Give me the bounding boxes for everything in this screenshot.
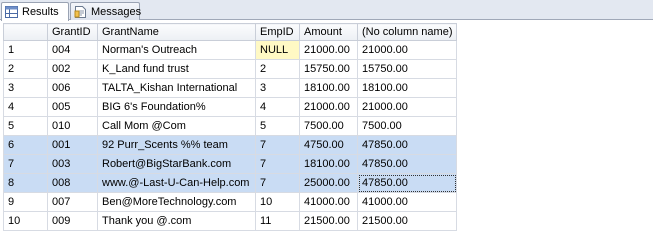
table-row-selected[interactable]: 7 003 Robert@BigStarBank.com 7 18100.00 … [3,154,457,174]
empid-cell[interactable]: 7 [255,135,300,155]
column-header-no-column-name[interactable]: (No column name) [357,23,457,41]
table-row[interactable]: 5 010 Call Mom @Com 5 7500.00 7500.00 [3,116,457,136]
no-column-name-cell[interactable]: 21500.00 [357,211,457,231]
empid-cell[interactable]: 4 [255,97,300,117]
no-column-name-cell[interactable]: 21000.00 [357,97,457,117]
no-column-name-cell[interactable]: 47850.00 [357,135,457,155]
grantid-cell[interactable]: 010 [47,116,98,136]
amount-cell[interactable]: 21500.00 [299,211,358,231]
tab-results-label: Results [22,6,59,18]
messages-icon [74,5,87,18]
grantname-cell[interactable]: Thank you @.com [97,211,256,231]
no-column-name-cell[interactable]: 21000.00 [357,40,457,60]
row-number-header[interactable] [3,23,48,41]
grantid-cell[interactable]: 003 [47,154,98,174]
grantid-cell[interactable]: 001 [47,135,98,155]
no-column-name-cell[interactable]: 15750.00 [357,59,457,79]
table-row[interactable]: 3 006 TALTA_Kishan International 3 18100… [3,78,457,98]
results-grid-pane: GrantID GrantName EmpID Amount (No colum… [0,21,653,246]
empid-cell-null[interactable]: NULL [255,40,300,60]
column-header-empid[interactable]: EmpID [255,23,300,41]
empid-cell[interactable]: 7 [255,154,300,174]
tab-messages-label: Messages [91,5,142,18]
amount-cell[interactable]: 7500.00 [299,116,358,136]
grantname-cell[interactable]: TALTA_Kishan International [97,78,256,98]
column-header-amount[interactable]: Amount [299,23,358,41]
row-number-cell[interactable]: 2 [3,59,48,79]
row-number-cell[interactable]: 6 [3,135,48,155]
grantid-cell[interactable]: 005 [47,97,98,117]
table-row[interactable]: 4 005 BIG 6's Foundation% 4 21000.00 210… [3,97,457,117]
no-column-name-cell[interactable]: 7500.00 [357,116,457,136]
no-column-name-cell-focused[interactable]: 47850.00 [357,173,457,193]
grantname-cell[interactable]: BIG 6's Foundation% [97,97,256,117]
row-number-cell[interactable]: 5 [3,116,48,136]
row-number-cell[interactable]: 4 [3,97,48,117]
empid-cell[interactable]: 7 [255,173,300,193]
grantname-cell[interactable]: Call Mom @Com [97,116,256,136]
grantid-cell[interactable]: 009 [47,211,98,231]
amount-cell[interactable]: 25000.00 [299,173,358,193]
grantname-cell[interactable]: K_Land fund trust [97,59,256,79]
row-number-cell[interactable]: 1 [3,40,48,60]
grantname-cell[interactable]: 92 Purr_Scents %% team [97,135,256,155]
no-column-name-cell[interactable]: 18100.00 [357,78,457,98]
grantname-cell[interactable]: www.@-Last-U-Can-Help.com [97,173,256,193]
amount-cell[interactable]: 4750.00 [299,135,358,155]
column-header-grantid[interactable]: GrantID [47,23,98,41]
amount-cell[interactable]: 15750.00 [299,59,358,79]
table-row[interactable]: 2 002 K_Land fund trust 2 15750.00 15750… [3,59,457,79]
table-row-selected[interactable]: 8 008 www.@-Last-U-Can-Help.com 7 25000.… [3,173,457,193]
empid-cell[interactable]: 2 [255,59,300,79]
tab-messages[interactable]: Messages [70,2,142,20]
amount-cell[interactable]: 18100.00 [299,154,358,174]
amount-cell[interactable]: 21000.00 [299,97,358,117]
row-number-cell[interactable]: 8 [3,173,48,193]
row-number-cell[interactable]: 9 [3,192,48,212]
grid-header-row: GrantID GrantName EmpID Amount (No colum… [3,23,457,41]
grantid-cell[interactable]: 007 [47,192,98,212]
row-number-cell[interactable]: 3 [3,78,48,98]
grantid-cell[interactable]: 008 [47,173,98,193]
results-grid-icon [5,6,18,18]
empid-cell[interactable]: 10 [255,192,300,212]
empid-cell[interactable]: 3 [255,78,300,98]
no-column-name-cell[interactable]: 47850.00 [357,154,457,174]
grantid-cell[interactable]: 006 [47,78,98,98]
no-column-name-cell[interactable]: 41000.00 [357,192,457,212]
grantname-cell[interactable]: Robert@BigStarBank.com [97,154,256,174]
grantname-cell[interactable]: Norman's Outreach [97,40,256,60]
table-row[interactable]: 1 004 Norman's Outreach NULL 21000.00 21… [3,40,457,60]
column-header-grantname[interactable]: GrantName [97,23,256,41]
amount-cell[interactable]: 41000.00 [299,192,358,212]
amount-cell[interactable]: 18100.00 [299,78,358,98]
row-number-cell[interactable]: 7 [3,154,48,174]
row-number-cell[interactable]: 10 [3,211,48,231]
empid-cell[interactable]: 5 [255,116,300,136]
results-tab-bar: Results Messages [0,0,653,21]
amount-cell[interactable]: 21000.00 [299,40,358,60]
table-row-selected[interactable]: 6 001 92 Purr_Scents %% team 7 4750.00 4… [3,135,457,155]
empid-cell[interactable]: 11 [255,211,300,231]
grantid-cell[interactable]: 002 [47,59,98,79]
results-grid: GrantID GrantName EmpID Amount (No colum… [3,23,457,231]
table-row[interactable]: 10 009 Thank you @.com 11 21500.00 21500… [3,211,457,231]
grantid-cell[interactable]: 004 [47,40,98,60]
table-row[interactable]: 9 007 Ben@MoreTechnology.com 10 41000.00… [3,192,457,212]
tab-results[interactable]: Results [1,2,69,21]
grantname-cell[interactable]: Ben@MoreTechnology.com [97,192,256,212]
